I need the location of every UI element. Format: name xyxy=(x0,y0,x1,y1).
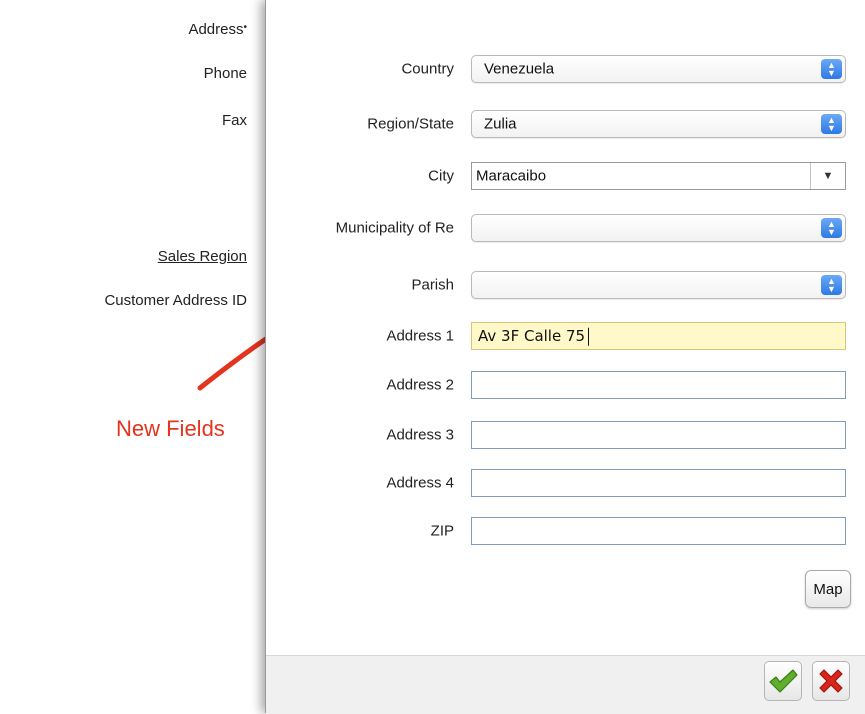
address4-label: Address 4 xyxy=(386,474,454,492)
region-select[interactable]: Zulia ▲ ▼ xyxy=(471,110,846,138)
required-mark: • xyxy=(243,22,247,33)
city-value: Maracaibo xyxy=(476,167,547,185)
country-label: Country xyxy=(401,60,454,78)
parish-row: Parish ▲ ▼ xyxy=(266,270,865,300)
select-stepper-icon: ▲ ▼ xyxy=(821,218,842,238)
address3-input[interactable] xyxy=(471,421,846,449)
ok-button[interactable] xyxy=(764,661,802,701)
new-fields-annotation: New Fields xyxy=(116,416,225,441)
zip-row: ZIP xyxy=(266,516,865,546)
address1-label: Address 1 xyxy=(386,327,454,345)
region-label: Region/State xyxy=(367,115,454,133)
country-row: Country Venezuela ▲ ▼ xyxy=(266,54,865,84)
map-button[interactable]: Map xyxy=(805,570,851,608)
select-stepper-icon: ▲ ▼ xyxy=(821,275,842,295)
region-value: Zulia xyxy=(484,115,517,133)
cancel-button[interactable] xyxy=(812,661,850,701)
address1-row: Address 1 Av 3F Calle 75 xyxy=(266,321,865,351)
city-combobox[interactable]: Maracaibo ▼ xyxy=(471,162,846,190)
country-select[interactable]: Venezuela ▲ ▼ xyxy=(471,55,846,83)
address4-row: Address 4 xyxy=(266,468,865,498)
select-stepper-icon: ▲ ▼ xyxy=(821,114,842,134)
municipality-select[interactable]: ▲ ▼ xyxy=(471,214,846,242)
city-dropdown-arrow-icon[interactable]: ▼ xyxy=(810,163,845,189)
parish-label: Parish xyxy=(411,276,454,294)
text-caret xyxy=(588,327,590,346)
select-stepper-icon: ▲ ▼ xyxy=(821,59,842,79)
sales-region-link[interactable]: Sales Region xyxy=(158,248,247,265)
address2-row: Address 2 xyxy=(266,370,865,400)
location-dialog: Country Venezuela ▲ ▼ Region/State Zulia … xyxy=(265,0,865,714)
address3-label: Address 3 xyxy=(386,426,454,444)
phone-label: Phone xyxy=(203,65,247,82)
municipality-label: Municipality of Re xyxy=(335,219,454,237)
zip-input[interactable] xyxy=(471,517,846,545)
address-label: Address• xyxy=(188,21,247,38)
address1-input[interactable]: Av 3F Calle 75 xyxy=(471,322,846,350)
address2-input[interactable] xyxy=(471,371,846,399)
region-row: Region/State Zulia ▲ ▼ xyxy=(266,109,865,139)
red-x-icon xyxy=(819,669,843,693)
country-value: Venezuela xyxy=(484,60,555,78)
address2-label: Address 2 xyxy=(386,376,454,394)
customer-address-id-label: Customer Address ID xyxy=(104,292,247,309)
zip-label: ZIP xyxy=(430,522,454,540)
address1-value: Av 3F Calle 75 xyxy=(478,326,586,345)
green-checkmark-icon xyxy=(769,669,798,693)
municipality-row: Municipality of Re ▲ ▼ xyxy=(266,213,865,243)
parish-select[interactable]: ▲ ▼ xyxy=(471,271,846,299)
city-label: City xyxy=(428,167,454,185)
city-row: City Maracaibo ▼ xyxy=(266,161,865,191)
address3-row: Address 3 xyxy=(266,420,865,450)
dialog-footer xyxy=(266,655,865,714)
address4-input[interactable] xyxy=(471,469,846,497)
fax-label: Fax xyxy=(221,112,247,129)
